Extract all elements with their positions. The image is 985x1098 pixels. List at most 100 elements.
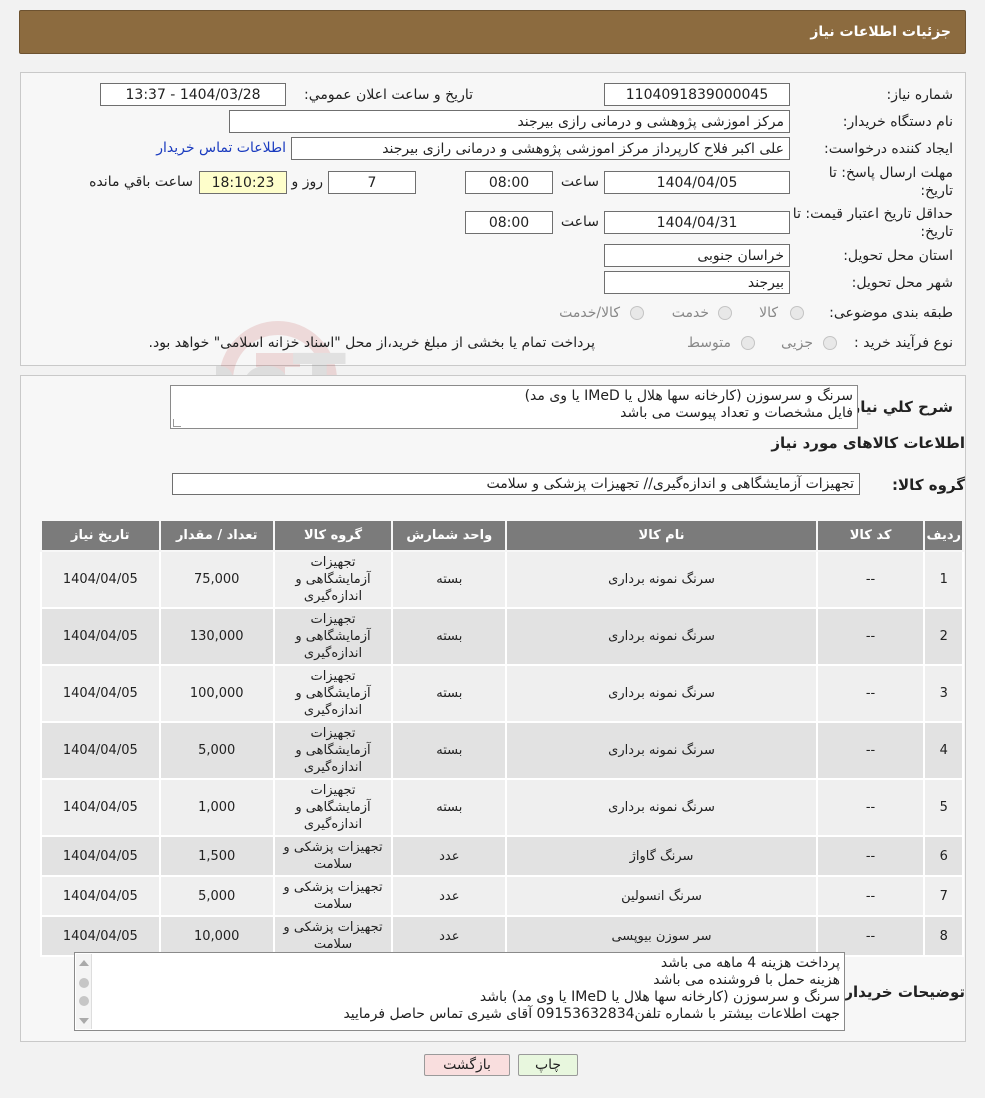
cell-qty: 1,000 — [158, 778, 275, 837]
table-row: 4 -- سرنگ نمونه برداری بسته تجهیزات آزمایشگا… — [40, 721, 964, 780]
cell-row: 2 — [923, 607, 964, 666]
process-radio-medium[interactable] — [741, 336, 755, 350]
days-remaining-field: 7 — [328, 171, 416, 194]
days-label: روز و — [291, 174, 324, 190]
goods-table-body: 1 -- سرنگ نمونه برداری بسته تجهیزات آزمایشگا… — [40, 550, 964, 957]
resize-grip-icon[interactable] — [173, 419, 181, 427]
summary-textarea[interactable]: سرنگ و سرسوزن (کارخانه سها هلال یا IMeD … — [170, 385, 858, 429]
col-name-header: نام کالا — [505, 519, 818, 552]
cell-row: 7 — [923, 875, 964, 917]
cell-code: -- — [815, 835, 926, 877]
cell-row: 1 — [923, 550, 964, 609]
scroll-down-icon[interactable] — [79, 1018, 89, 1024]
cell-date: 1404/04/05 — [40, 550, 161, 609]
back-button[interactable]: بازگشت — [424, 1054, 510, 1076]
scroll-thumb[interactable] — [79, 978, 89, 988]
note-line-2: هزینه حمل با فروشنده می باشد — [653, 972, 840, 988]
scroll-up-icon[interactable] — [79, 960, 89, 966]
notes-scrollbar[interactable] — [76, 954, 92, 1029]
cell-date: 1404/04/05 — [40, 835, 161, 877]
cell-qty: 100,000 — [158, 664, 275, 723]
category-option-goods-service: کالا/خدمت — [559, 305, 620, 321]
table-row: 3 -- سرنگ نمونه برداری بسته تجهیزات آزمایشگا… — [40, 664, 964, 723]
cell-code: -- — [815, 778, 926, 837]
page-title: جزئیات اطلاعات نیاز — [810, 24, 951, 40]
city-label: شهر محل تحويل: — [851, 275, 953, 291]
cell-qty: 5,000 — [158, 875, 275, 917]
validity-label: حداقل تاريخ اعتبار قيمت: تا — [792, 206, 953, 222]
col-group-header: گروه کالا — [272, 519, 394, 552]
cell-unit: بسته — [391, 607, 508, 666]
cell-group: تجهیزات پزشکی و سلامت — [272, 835, 394, 877]
cell-qty: 75,000 — [158, 550, 275, 609]
validity-time-label: ساعت — [560, 214, 599, 230]
cell-row: 4 — [923, 721, 964, 780]
cell-date: 1404/04/05 — [40, 721, 161, 780]
summary-line-1: سرنگ و سرسوزن (کارخانه سها هلال یا IMeD … — [524, 388, 853, 404]
cell-group: تجهیزات آزمایشگاهی و اندازه‌گیری — [272, 721, 394, 780]
cell-date: 1404/04/05 — [40, 607, 161, 666]
cell-row: 5 — [923, 778, 964, 837]
cell-date: 1404/04/05 — [40, 778, 161, 837]
table-row: 5 -- سرنگ نمونه برداری بسته تجهیزات آزمایشگا… — [40, 778, 964, 837]
goods-info-title: اطلاعات کالاهای مورد نياز — [771, 434, 965, 452]
cell-unit: عدد — [391, 875, 508, 917]
cell-date: 1404/04/05 — [40, 664, 161, 723]
cell-code: -- — [815, 721, 926, 780]
cell-group: تجهیزات آزمایشگاهی و اندازه‌گیری — [272, 778, 394, 837]
validity-time-field: 08:00 — [465, 211, 553, 234]
buyer-org-label: نام دستگاه خريدار: — [842, 114, 953, 130]
remaining-label: ساعت باقي مانده — [89, 174, 193, 190]
table-header-row: رديف کد کالا نام کالا واحد شمارش گروه کا… — [40, 519, 964, 552]
goods-group-label: گروه کالا: — [892, 476, 965, 494]
need-number-field: 1104091839000045 — [604, 83, 790, 106]
goods-table: رديف کد کالا نام کالا واحد شمارش گروه کا… — [40, 519, 964, 957]
cell-code: -- — [815, 664, 926, 723]
page-header: جزئیات اطلاعات نیاز — [19, 10, 966, 54]
cell-unit: بسته — [391, 550, 508, 609]
creator-field: علی اکبر فلاح کارپرداز مرکز اموزشی پژوهش… — [291, 137, 790, 160]
cell-name: سرنگ نمونه برداری — [505, 778, 818, 837]
cell-code: -- — [815, 875, 926, 917]
note-line-1: پرداخت هزینه 4 ماهه می باشد — [660, 955, 840, 971]
creator-label: ايجاد کننده درخواست: — [824, 141, 953, 157]
category-radio-goods-service[interactable] — [630, 306, 644, 320]
goods-info-panel: شرح کلي نياز: سرنگ و سرسوزن (کارخانه سها… — [20, 375, 966, 1042]
cell-group: تجهیزات پزشکی و سلامت — [272, 875, 394, 917]
cell-unit: عدد — [391, 915, 508, 957]
buyer-notes-textarea[interactable]: پرداخت هزینه 4 ماهه می باشد هزینه حمل با… — [74, 952, 845, 1031]
category-radio-goods[interactable] — [790, 306, 804, 320]
cell-name: سرنگ نمونه برداری — [505, 550, 818, 609]
process-radio-minor[interactable] — [823, 336, 837, 350]
process-note: پرداخت تمام يا بخشی از مبلغ خريد،از محل … — [148, 335, 595, 351]
cell-qty: 1,500 — [158, 835, 275, 877]
category-label: طبقه بندی موضوعی: — [829, 305, 953, 321]
col-code-header: کد کالا — [815, 519, 926, 552]
province-field: خراسان جنوبی — [604, 244, 790, 267]
cell-code: -- — [815, 915, 926, 957]
col-unit-header: واحد شمارش — [391, 519, 508, 552]
cell-row: 6 — [923, 835, 964, 877]
province-label: استان محل تحويل: — [843, 248, 953, 264]
scroll-thumb-secondary[interactable] — [79, 996, 89, 1006]
cell-code: -- — [815, 607, 926, 666]
cell-name: سرنگ نمونه برداری — [505, 607, 818, 666]
cell-date: 1404/04/05 — [40, 875, 161, 917]
cell-qty: 130,000 — [158, 607, 275, 666]
print-button[interactable]: چاپ — [518, 1054, 578, 1076]
deadline-time-field: 08:00 — [465, 171, 553, 194]
deadline-label: مهلت ارسال پاسخ: تا — [828, 165, 953, 181]
cell-unit: بسته — [391, 664, 508, 723]
buyer-notes-label: توضيحات خريدار: — [838, 983, 965, 1001]
buyer-contact-link[interactable]: اطلاعات تماس خريدار — [156, 140, 286, 156]
announce-date-field: 1404/03/28 - 13:37 — [100, 83, 286, 106]
validity-label-date: تاريخ: — [920, 224, 953, 240]
need-info-panel: AriaTender.neT شماره نیاز: 1104091839000… — [20, 72, 966, 438]
cell-group: تجهیزات آزمایشگاهی و اندازه‌گیری — [272, 664, 394, 723]
cell-code: -- — [815, 550, 926, 609]
table-row: 2 -- سرنگ نمونه برداری بسته تجهیزات آزمایشگا… — [40, 607, 964, 666]
deadline-time-label: ساعت — [560, 174, 599, 190]
cell-group: تجهیزات پزشکی و سلامت — [272, 915, 394, 957]
category-radio-service[interactable] — [718, 306, 732, 320]
col-row-header: رديف — [923, 519, 964, 552]
